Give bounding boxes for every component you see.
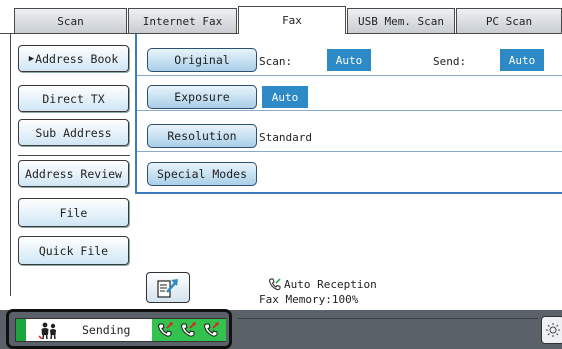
direct-tx-button[interactable]: Direct TX: [18, 85, 129, 112]
tab-pc-scan[interactable]: PC Scan: [456, 8, 562, 34]
line-status-icons: [152, 319, 226, 341]
brightness-button[interactable]: [541, 316, 562, 344]
people-icon: [38, 322, 60, 343]
sub-address-button[interactable]: Sub Address: [18, 119, 129, 146]
exposure-row: Exposure Auto: [137, 81, 562, 111]
tab-internet-fax[interactable]: Internet Fax: [128, 8, 237, 34]
special-modes-row: Special Modes: [137, 158, 562, 188]
send-label: Send:: [433, 55, 467, 68]
exposure-label: Exposure: [174, 90, 230, 104]
resolution-row: Resolution Standard: [137, 122, 562, 152]
job-status-indicator: [16, 319, 26, 341]
resolution-label: Resolution: [167, 129, 237, 143]
job-status-box[interactable]: Sending: [6, 309, 232, 349]
tab-label: Fax: [282, 14, 302, 27]
scan-value-text: Auto: [335, 53, 363, 67]
quick-file-button[interactable]: Quick File: [18, 236, 129, 265]
send-value: Auto: [500, 49, 544, 71]
resolution-button[interactable]: Resolution: [147, 124, 257, 148]
auto-reception-status: Auto Reception: [268, 277, 377, 291]
file-label: File: [59, 205, 88, 220]
original-label: Original: [174, 53, 230, 67]
address-review-button[interactable]: Address Review: [18, 160, 129, 187]
sub-address-label: Sub Address: [35, 125, 112, 140]
settings-panel: Original Scan: Auto Send: Auto Exposure …: [135, 34, 562, 194]
tab-label: Scan: [57, 15, 84, 28]
tab-usb-mem-scan[interactable]: USB Mem. Scan: [347, 8, 455, 34]
phone-receive-icon: [268, 278, 281, 291]
fax-screen: Scan Internet Fax Fax USB Mem. Scan PC S…: [0, 0, 562, 349]
phone-icon: [180, 322, 196, 337]
fax-memory-label: Fax Memory:100%: [259, 293, 359, 306]
tab-label: Internet Fax: [142, 15, 223, 28]
file-button[interactable]: File: [18, 198, 129, 227]
mode-tabs: Scan Internet Fax Fax USB Mem. Scan PC S…: [0, 0, 562, 34]
tab-label: PC Scan: [485, 15, 533, 28]
exposure-value: Auto: [262, 86, 308, 108]
resolution-value: Standard: [259, 131, 312, 144]
special-modes-label: Special Modes: [156, 167, 247, 181]
phone-icon: [158, 322, 174, 337]
job-status-inner: Sending: [15, 318, 226, 342]
sun-icon: [546, 323, 560, 337]
special-modes-button[interactable]: Special Modes: [147, 162, 257, 186]
selected-arrow-icon: ▶: [28, 53, 35, 64]
original-button[interactable]: Original: [147, 48, 257, 72]
address-review-label: Address Review: [25, 166, 122, 181]
exposure-button[interactable]: Exposure: [147, 85, 257, 109]
exposure-value-text: Auto: [271, 90, 299, 104]
scan-value: Auto: [327, 49, 371, 71]
tab-label: USB Mem. Scan: [357, 15, 445, 28]
tab-scan[interactable]: Scan: [14, 8, 127, 34]
sidebar-divider: [18, 155, 130, 156]
address-book-label: Address Book: [35, 51, 119, 66]
address-book-button[interactable]: ▶ Address Book: [18, 45, 129, 72]
status-message-area: [238, 318, 538, 341]
phone-icon: [203, 322, 219, 337]
quick-file-label: Quick File: [38, 243, 109, 258]
direct-tx-label: Direct TX: [42, 91, 105, 106]
job-status-label: Sending: [82, 323, 131, 337]
tab-fax[interactable]: Fax: [238, 6, 346, 34]
scan-label: Scan:: [259, 55, 293, 68]
send-value-text: Auto: [508, 53, 536, 67]
original-row: Original Scan: Auto Send: Auto: [137, 46, 562, 76]
auto-reception-label: Auto Reception: [284, 277, 377, 291]
document-arrow-icon: [157, 278, 178, 298]
document-send-icon-button[interactable]: [146, 272, 190, 303]
